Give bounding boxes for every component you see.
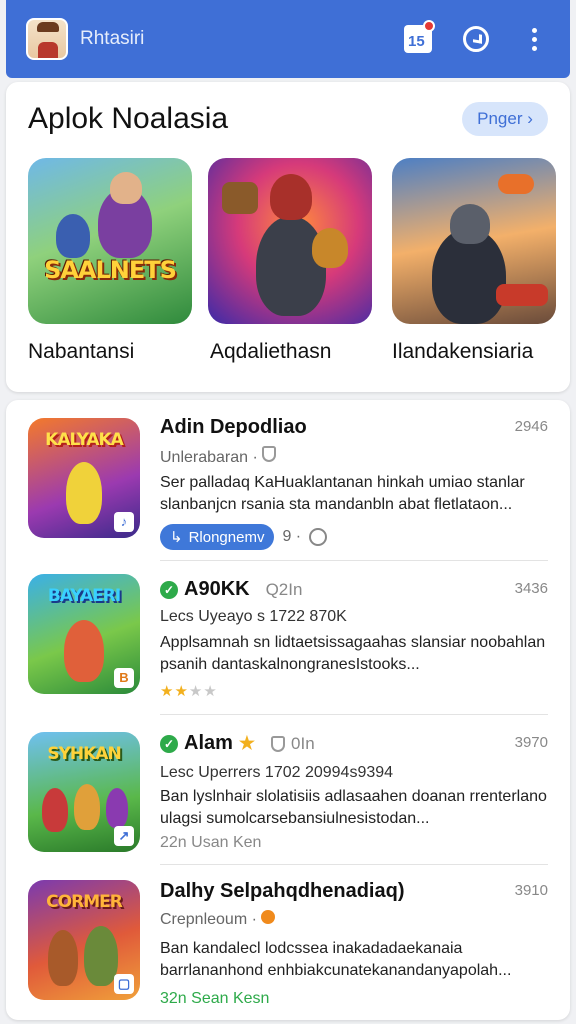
featured-art-text: SAALNETS [44,256,177,284]
music-icon: ♪ [114,512,134,532]
character-art [42,788,68,832]
featured-label-3: Ilandakensiaria [392,340,534,363]
helmet-art [450,204,490,244]
app-icon-text: BAYAERI [47,586,121,606]
featured-more-button[interactable]: Pnger › [462,102,548,136]
list-item[interactable]: SYHKAN ↗ ✓ Alam ★ 0In 3970 Lesc Uperrers… [6,722,570,878]
featured-card-3[interactable] [392,158,556,324]
item-title: Adin Depodliao [160,416,307,438]
featured-label-2: Aqdaliethasn [210,340,332,363]
rating-stars: ★★★★ [160,683,218,700]
item-meta: ↳ Rlongnemv 9 · [160,524,328,550]
info-icon [309,528,328,546]
ship-art [498,174,534,194]
hammer-art [222,182,258,214]
item-description: Applsamnah sn lidtaetsissagaahas slansia… [160,634,546,673]
character-art [48,930,78,986]
item-title: ✓ Alam ★ 0In [160,732,315,755]
item-subtitle: Crepnleoum · [160,910,276,929]
chat-icon [463,26,489,52]
divider [160,714,548,715]
star-icon: ★ [238,733,256,753]
divider [160,864,548,865]
list-item[interactable]: CORMER ▢ Dalhy Selpahqdhenadiaq) 3910 Cr… [6,872,570,1024]
verified-check-icon: ✓ [160,734,178,753]
item-subtitle: Unlerabaran · [160,446,277,467]
more-button[interactable] [516,21,552,57]
app-icon: KALYAKA ♪ [28,418,140,538]
item-description: Ban kandalecl lodcssea inakadadaekanaia … [160,940,512,979]
item-number: 2946 [514,418,548,435]
item-meta: 32n Sean Kesn [160,990,270,1007]
shield-icon [271,735,286,752]
more-vert-icon [531,27,537,51]
item-title: Dalhy Selpahqdhenadiaq) [160,880,405,902]
featured-card-1[interactable]: SAALNETS [28,158,192,324]
shield-icon [262,446,277,462]
divider [160,560,548,561]
list-item[interactable]: BAYAERI B ✓ A90KK Q2In 3436 Lecs Uyeayo … [6,570,570,726]
link-icon: ↳ [170,529,183,546]
character-art [74,784,100,830]
character-head [110,172,142,204]
verified-check-icon: ✓ [160,580,178,599]
featured-title: Aplok Noalasia [28,102,229,135]
character-art [256,216,326,316]
calendar-button[interactable]: 15 [400,20,436,57]
item-description: Ban lyslnhair slolatisiis adlasaahen doa… [160,788,547,827]
app-icon: BAYAERI B [28,574,140,694]
featured-section: Aplok Noalasia Pnger › SAALNETS Nabantan… [6,82,570,392]
app-bar: Rhtasiri 15 [6,0,570,78]
armor-art [312,228,348,268]
item-number: 3910 [514,882,548,899]
meta-extra: 9 · [282,528,302,545]
helmet-art [270,174,312,220]
app-icon: CORMER ▢ [28,880,140,1000]
app-avatar[interactable] [26,18,68,60]
item-title: ✓ A90KK Q2In [160,578,302,601]
app-icon-text: CORMER [46,892,123,912]
item-number: 3436 [514,580,548,597]
app-icon-text: SYHKAN [47,744,121,764]
title-extra: 0In [291,733,315,753]
notification-badge [423,20,435,32]
app-badge-icon: ↗ [114,826,134,846]
app-icon: SYHKAN ↗ [28,732,140,852]
list-item[interactable]: KALYAKA ♪ Adin Depodliao 2946 Unlerabara… [6,414,570,570]
character-art-2 [56,214,90,258]
car-art [496,284,548,306]
featured-card-2[interactable] [208,158,372,324]
item-description: Ser palladaq KaHuaklantanan hinkah umiao… [160,474,525,513]
badge-icon [261,910,276,924]
item-subtitle: Lesc Uperrers 1702 20994s9394 [160,764,394,781]
app-badge-icon: ▢ [114,974,134,994]
character-art [66,462,102,524]
app-icon-text: KALYAKA [45,430,124,450]
item-number: 3970 [514,734,548,751]
item-subtitle: Lecs Uyeayo s 1722 870K [160,608,347,625]
item-meta: 22n Usan Ken [160,834,262,851]
character-art [106,788,128,828]
app-title: Rhtasiri [80,28,145,49]
tag-pill[interactable]: ↳ Rlongnemv [160,524,275,550]
chat-button[interactable] [458,21,494,57]
app-list: KALYAKA ♪ Adin Depodliao 2946 Unlerabara… [6,400,570,1020]
character-art [84,926,118,986]
featured-label-1: Nabantansi [28,340,135,363]
title-extra: Q2In [265,579,303,599]
app-badge-icon: B [114,668,134,688]
character-art [64,620,104,682]
